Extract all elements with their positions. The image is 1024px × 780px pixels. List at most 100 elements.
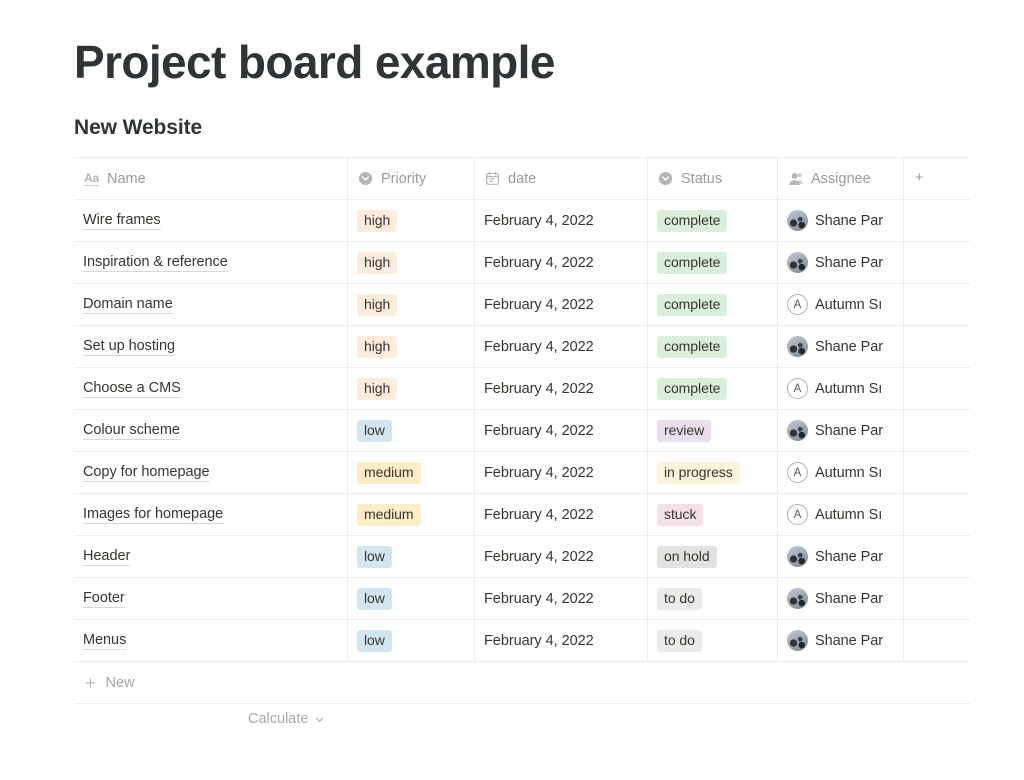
cell-assignee[interactable]: Shane Par — [778, 410, 904, 451]
cell-date[interactable]: February 4, 2022 — [475, 326, 648, 367]
cell-status[interactable]: review — [648, 410, 778, 451]
cell-assignee[interactable]: Shane Par — [778, 326, 904, 367]
cell-assignee[interactable]: Shane Par — [778, 620, 904, 661]
assignee-chip: A Autumn Sı — [787, 462, 882, 483]
column-header-priority[interactable]: Priority — [348, 158, 475, 199]
cell-date[interactable]: February 4, 2022 — [475, 284, 648, 325]
cell-priority[interactable]: high — [348, 242, 475, 283]
table-row[interactable]: Domain name high February 4, 2022 complete A… — [74, 284, 970, 326]
cell-assignee[interactable]: Shane Par — [778, 200, 904, 241]
cell-name[interactable]: Set up hosting — [74, 326, 348, 367]
cell-status[interactable]: in progress — [648, 452, 778, 493]
add-column-button[interactable]: + — [904, 158, 970, 199]
cell-name[interactable]: Colour scheme — [74, 410, 348, 451]
cell-status[interactable]: stuck — [648, 494, 778, 535]
date-value: February 4, 2022 — [484, 380, 594, 397]
row-title-link[interactable]: Menus — [83, 631, 126, 650]
row-title-link[interactable]: Domain name — [83, 295, 173, 314]
row-title-link[interactable]: Set up hosting — [83, 337, 175, 356]
table-row[interactable]: Set up hosting high February 4, 2022 comple… — [74, 326, 970, 368]
cell-assignee[interactable]: Shane Par — [778, 536, 904, 577]
cell-assignee[interactable]: Shane Par — [778, 578, 904, 619]
cell-priority[interactable]: low — [348, 578, 475, 619]
cell-status[interactable]: complete — [648, 368, 778, 409]
priority-tag: low — [357, 545, 392, 568]
calculate-button[interactable]: Calculate — [248, 711, 325, 727]
cell-status[interactable]: to do — [648, 578, 778, 619]
cell-priority[interactable]: medium — [348, 452, 475, 493]
cell-assignee[interactable]: A Autumn Sı — [778, 452, 904, 493]
column-header-date[interactable]: date — [475, 158, 648, 199]
row-title-link[interactable]: Choose a CMS — [83, 379, 181, 398]
table-row[interactable]: Header low February 4, 2022 on hold Shane Pa… — [74, 536, 970, 578]
cell-name[interactable]: Copy for homepage — [74, 452, 348, 493]
cell-name[interactable]: Header — [74, 536, 348, 577]
cell-date[interactable]: February 4, 2022 — [475, 368, 648, 409]
cell-assignee[interactable]: A Autumn Sı — [778, 368, 904, 409]
assignee-chip: Shane Par — [787, 588, 883, 609]
row-title-link[interactable]: Footer — [83, 589, 125, 608]
cell-name[interactable]: Footer — [74, 578, 348, 619]
new-row-button[interactable]: + New — [74, 662, 970, 704]
cell-date[interactable]: February 4, 2022 — [475, 536, 648, 577]
column-header-name[interactable]: Aa Name — [74, 158, 348, 199]
row-title-link[interactable]: Inspiration & reference — [83, 253, 228, 272]
cell-date[interactable]: February 4, 2022 — [475, 578, 648, 619]
column-header-assignee[interactable]: Assignee — [778, 158, 904, 199]
cell-name[interactable]: Choose a CMS — [74, 368, 348, 409]
column-header-name-label: Name — [107, 170, 146, 187]
table-row[interactable]: Choose a CMS high February 4, 2022 complete… — [74, 368, 970, 410]
cell-date[interactable]: February 4, 2022 — [475, 620, 648, 661]
row-title-link[interactable]: Colour scheme — [83, 421, 180, 440]
table-row[interactable]: Colour scheme low February 4, 2022 review Sh… — [74, 410, 970, 452]
cell-status[interactable]: complete — [648, 200, 778, 241]
cell-date[interactable]: February 4, 2022 — [475, 410, 648, 451]
table-row[interactable]: Menus low February 4, 2022 to do Shane Par — [74, 620, 970, 662]
cell-name[interactable]: Domain name — [74, 284, 348, 325]
status-tag: complete — [657, 335, 728, 358]
avatar — [787, 588, 808, 609]
cell-date[interactable]: February 4, 2022 — [475, 242, 648, 283]
table-row[interactable]: Wire frames high February 4, 2022 complete S… — [74, 200, 970, 242]
row-title-link[interactable]: Header — [83, 547, 130, 566]
assignee-name: Shane Par — [815, 422, 884, 439]
cell-empty — [904, 578, 970, 619]
cell-name[interactable]: Images for homepage — [74, 494, 348, 535]
status-tag: on hold — [657, 545, 717, 568]
cell-assignee[interactable]: Shane Par — [778, 242, 904, 283]
cell-status[interactable]: to do — [648, 620, 778, 661]
cell-priority[interactable]: low — [348, 620, 475, 661]
row-title-link[interactable]: Copy for homepage — [83, 463, 210, 482]
cell-status[interactable]: complete — [648, 242, 778, 283]
status-tag: in progress — [657, 461, 740, 484]
cell-priority[interactable]: medium — [348, 494, 475, 535]
row-title-link[interactable]: Images for homepage — [83, 505, 223, 524]
cell-name[interactable]: Menus — [74, 620, 348, 661]
assignee-name: Autumn Sı — [815, 380, 883, 397]
priority-tag: high — [357, 335, 398, 358]
cell-status[interactable]: complete — [648, 284, 778, 325]
table-row[interactable]: Images for homepage medium February 4, 202… — [74, 494, 970, 536]
cell-priority[interactable]: high — [348, 284, 475, 325]
cell-priority[interactable]: high — [348, 326, 475, 367]
cell-assignee[interactable]: A Autumn Sı — [778, 494, 904, 535]
table-row[interactable]: Inspiration & reference high February 4, 2… — [74, 242, 970, 284]
cell-name[interactable]: Inspiration & reference — [74, 242, 348, 283]
cell-name[interactable]: Wire frames — [74, 200, 348, 241]
row-title-link[interactable]: Wire frames — [83, 211, 161, 230]
cell-date[interactable]: February 4, 2022 — [475, 494, 648, 535]
cell-priority[interactable]: high — [348, 368, 475, 409]
column-header-assignee-label: Assignee — [811, 170, 871, 187]
cell-assignee[interactable]: A Autumn Sı — [778, 284, 904, 325]
cell-priority[interactable]: low — [348, 410, 475, 451]
table-header-row: Aa Name Priority date Status Assignee + — [74, 158, 970, 200]
cell-priority[interactable]: high — [348, 200, 475, 241]
table-row[interactable]: Copy for homepage medium February 4, 2022 i… — [74, 452, 970, 494]
cell-status[interactable]: complete — [648, 326, 778, 367]
cell-date[interactable]: February 4, 2022 — [475, 200, 648, 241]
cell-date[interactable]: February 4, 2022 — [475, 452, 648, 493]
cell-status[interactable]: on hold — [648, 536, 778, 577]
cell-priority[interactable]: low — [348, 536, 475, 577]
table-row[interactable]: Footer low February 4, 2022 to do Shane Par — [74, 578, 970, 620]
column-header-status[interactable]: Status — [648, 158, 778, 199]
